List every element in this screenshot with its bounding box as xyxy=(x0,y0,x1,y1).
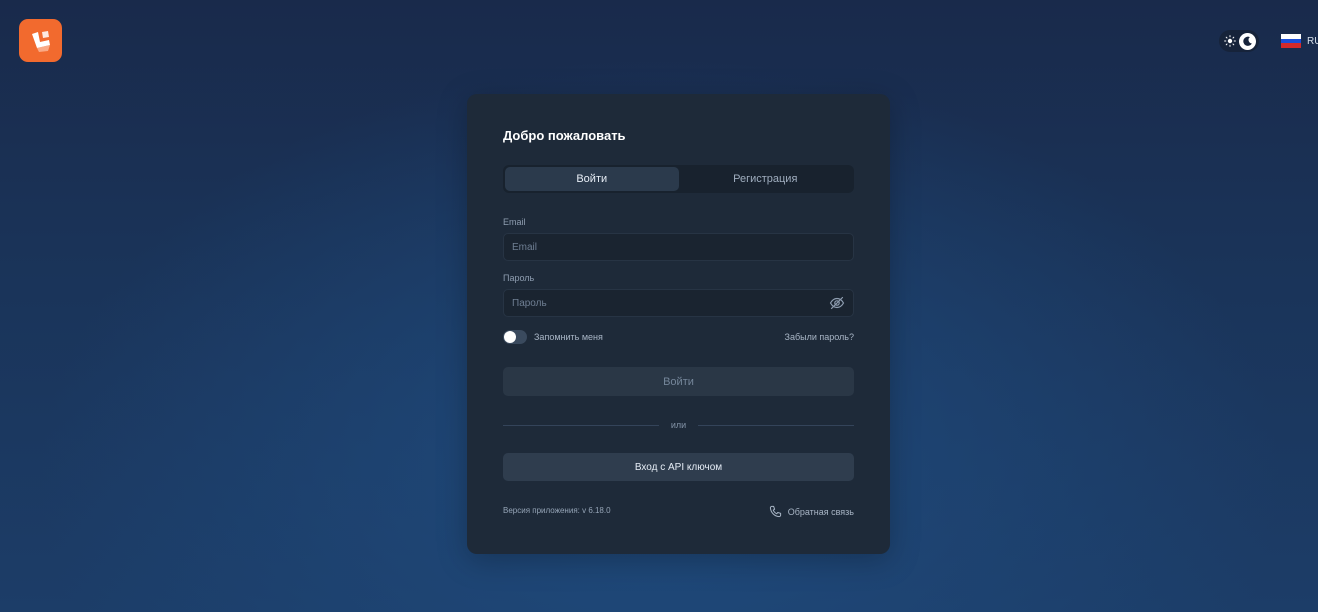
password-field-wrapper xyxy=(503,289,854,317)
phone-icon xyxy=(769,505,781,518)
language-selector[interactable]: RU xyxy=(1281,34,1318,49)
tab-login[interactable]: Войти xyxy=(505,167,679,191)
header-controls: RU xyxy=(1219,30,1318,52)
feedback-label: Обратная связь xyxy=(787,506,854,517)
or-label: или xyxy=(670,420,687,430)
tab-register[interactable]: Регистрация xyxy=(679,167,853,191)
feedback-link[interactable]: Обратная связь xyxy=(769,505,854,518)
russia-flag-icon xyxy=(1281,34,1301,49)
api-key-login-button[interactable]: Вход с API ключом xyxy=(503,453,854,481)
login-card: Добро пожаловать Войти Регистрация Email… xyxy=(467,94,890,554)
remember-me-label: Запомнить меня xyxy=(534,332,603,342)
page-title: Добро пожаловать xyxy=(503,128,626,143)
sun-icon xyxy=(1224,35,1236,47)
brand-logo-icon[interactable] xyxy=(19,19,62,62)
app-version: Версия приложения: v 6.18.0 xyxy=(503,506,611,515)
email-label: Email xyxy=(503,217,526,227)
email-field[interactable] xyxy=(512,241,845,253)
password-field[interactable] xyxy=(512,297,829,309)
eye-off-icon[interactable] xyxy=(829,295,845,311)
login-button[interactable]: Войти xyxy=(503,367,854,396)
password-label: Пароль xyxy=(503,273,535,283)
email-field-wrapper xyxy=(503,233,854,261)
language-code: RU xyxy=(1307,35,1318,47)
moon-icon xyxy=(1239,32,1256,50)
theme-toggle[interactable] xyxy=(1219,30,1259,52)
remember-me-toggle[interactable] xyxy=(503,330,527,344)
remember-me: Запомнить меня xyxy=(503,330,603,344)
or-divider: или xyxy=(503,419,854,431)
forgot-password-link[interactable]: Забыли пароль? xyxy=(785,332,854,342)
auth-tabs: Войти Регистрация xyxy=(503,165,854,193)
